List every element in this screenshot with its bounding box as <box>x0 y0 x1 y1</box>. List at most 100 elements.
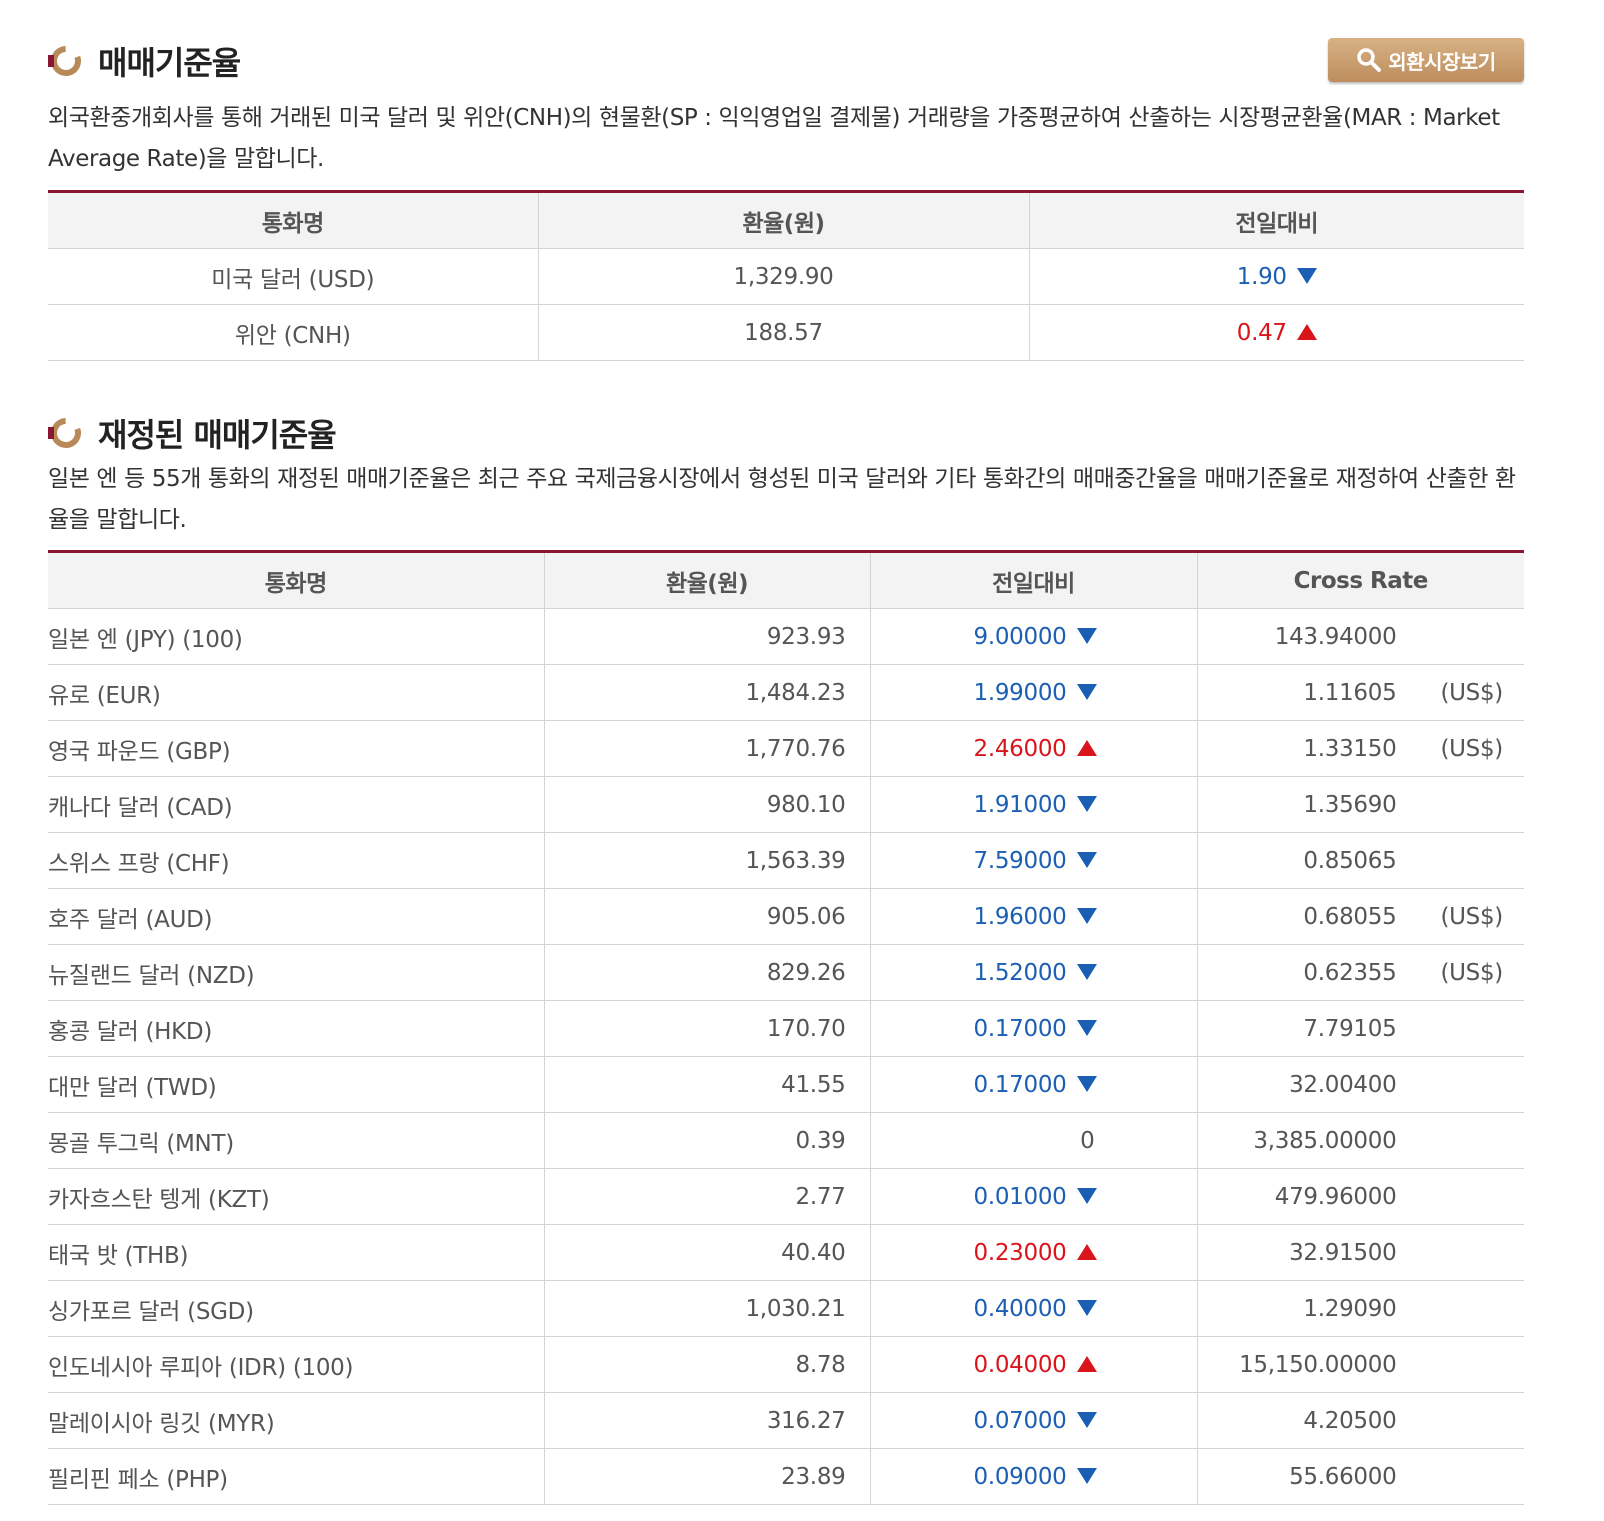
triangle-down-icon <box>1296 268 1317 284</box>
currency-name: 캐나다 달러 (CAD) <box>48 776 544 833</box>
cross-rate-value: 15,150.00000 <box>1239 1351 1397 1378</box>
rate-change: 1.91000 <box>869 776 1197 833</box>
cross-rate-cell: 1.29090 <box>1198 1296 1525 1322</box>
change-cell: 0.40000 <box>871 1296 1197 1322</box>
change-value: 0.47 <box>1236 319 1287 346</box>
triangle-down-icon <box>1076 1467 1097 1484</box>
table-header-row: 통화명 환율(원) 전일대비 <box>48 191 1524 249</box>
cross-rate-cell: 1.11605 (US$) <box>1198 680 1525 706</box>
cross-rate-unit: (US$) <box>1440 679 1503 706</box>
table-row: 필리핀 페소 (PHP) 23.89 0.09000 55.66000 <box>48 1448 1525 1505</box>
cross-rate-value: 1.11605 <box>1303 679 1397 706</box>
exchange-rate: 923.93 <box>543 608 870 665</box>
rate-change: 1.90 <box>1028 248 1524 305</box>
change-cell: 0.23000 <box>871 1240 1197 1266</box>
exchange-rate: 0.39 <box>543 1112 870 1169</box>
triangle-down-icon <box>1076 907 1097 924</box>
rate-change: 2.46000 <box>869 720 1197 777</box>
rate-change: 0.09000 <box>869 1448 1197 1505</box>
table-row: 인도네시아 루피아 (IDR) (100) 8.78 0.04000 15,150.0… <box>48 1336 1525 1393</box>
currency-name: 미국 달러 (USD) <box>48 248 538 305</box>
cross-rate-cell: 1.33150 (US$) <box>1198 736 1525 762</box>
currency-name: 싱가포르 달러 (SGD) <box>48 1280 544 1337</box>
cross-rate-value: 479.96000 <box>1274 1183 1397 1210</box>
exchange-rate: 40.40 <box>543 1224 870 1281</box>
cross-rate-value: 32.91500 <box>1289 1239 1397 1266</box>
exchange-rate: 1,329.90 <box>537 248 1029 305</box>
cross-rate: 3,385.00000 <box>1196 1112 1524 1169</box>
cross-rate-unit: (US$) <box>1440 903 1503 930</box>
exchange-rate: 41.55 <box>543 1056 870 1113</box>
rate-change: 0.07000 <box>869 1392 1197 1449</box>
triangle-down-icon <box>1076 1299 1097 1316</box>
currency-name: 대만 달러 (TWD) <box>48 1056 544 1113</box>
exchange-rate: 8.78 <box>543 1336 870 1393</box>
currency-name: 일본 엔 (JPY) (100) <box>48 608 544 665</box>
cross-rate-unit: (US$) <box>1440 735 1503 762</box>
table-header-row: 통화명 환율(원) 전일대비 Cross Rate <box>48 551 1524 609</box>
header-change: 전일대비 <box>869 551 1197 609</box>
rate-change: 1.96000 <box>869 888 1197 945</box>
triangle-down-icon <box>1076 1075 1097 1092</box>
rate-change: 0.17000 <box>869 1000 1197 1057</box>
exchange-rate: 1,563.39 <box>543 832 870 889</box>
rate-change: 0 <box>869 1112 1197 1169</box>
cross-rate-cell: 32.00400 <box>1198 1072 1525 1098</box>
exchange-rate: 1,030.21 <box>543 1280 870 1337</box>
section1-title-text: 매매기준율 <box>98 44 241 82</box>
change-value: 1.52000 <box>973 959 1067 986</box>
change-cell: 1.99000 <box>871 680 1197 706</box>
change-value: 0.40000 <box>973 1295 1067 1322</box>
triangle-down-icon <box>1076 1187 1097 1204</box>
rate-change: 0.23000 <box>869 1224 1197 1281</box>
change-cell: 0.17000 <box>871 1016 1197 1042</box>
cross-rate-cell: 32.91500 <box>1198 1240 1525 1266</box>
triangle-up-icon <box>1076 739 1097 756</box>
cross-rate-unit: (US$) <box>1440 959 1503 986</box>
cross-rate-value: 1.29090 <box>1303 1295 1397 1322</box>
table-row: 카자흐스탄 텡게 (KZT) 2.77 0.01000 479.96000 <box>48 1168 1524 1225</box>
exchange-rate: 170.70 <box>543 1000 870 1057</box>
currency-name: 태국 밧 (THB) <box>48 1224 544 1281</box>
cross-rate-value: 143.94000 <box>1274 623 1397 650</box>
exchange-rate-page: 매매기준율 외환시장보기 외국환중개회사를 통해 거래된 미국 달러 및 위안(… <box>0 0 1604 1521</box>
triangle-down-icon <box>1076 683 1097 700</box>
triangle-up-icon <box>1076 1243 1097 1260</box>
rate-change: 0.04000 <box>869 1336 1197 1393</box>
section1-description: 외국환중개회사를 통해 거래된 미국 달러 및 위안(CNH)의 현물환(SP … <box>48 105 1500 172</box>
cross-rate-value: 0.68055 <box>1303 903 1397 930</box>
cross-rate-table: 통화명 환율(원) 전일대비 Cross Rate 일본 엔 (JPY) (10… <box>48 550 1524 1505</box>
currency-name: 홍콩 달러 (HKD) <box>48 1000 544 1057</box>
table-row: 말레이시아 링깃 (MYR) 316.27 0.07000 4.20500 <box>48 1392 1524 1449</box>
fx-market-button[interactable]: 외환시장보기 <box>1328 38 1524 82</box>
cross-rate-value: 0.62355 <box>1303 959 1397 986</box>
cross-rate: 479.96000 <box>1196 1168 1524 1225</box>
exchange-rate: 316.27 <box>543 1392 870 1449</box>
currency-name: 호주 달러 (AUD) <box>48 888 544 945</box>
table-row: 캐나다 달러 (CAD) 980.10 1.91000 1.35690 <box>48 776 1524 833</box>
triangle-up-icon <box>1076 1355 1097 1372</box>
currency-name: 몽골 투그릭 (MNT) <box>48 1112 544 1169</box>
cross-rate: 55.66000 <box>1196 1448 1525 1505</box>
cross-rate: 1.29090 <box>1196 1280 1525 1337</box>
cross-rate-value: 3,385.00000 <box>1253 1127 1397 1154</box>
section2-title-text: 재정된 매매기준율 <box>98 416 337 454</box>
exchange-rate: 23.89 <box>543 1448 870 1505</box>
cross-rate-value: 1.35690 <box>1303 791 1397 818</box>
cross-rate-value: 55.66000 <box>1289 1463 1397 1490</box>
rate-change: 0.40000 <box>869 1280 1197 1337</box>
cross-rate: 7.79105 <box>1196 1000 1524 1057</box>
rate-change: 0.47 <box>1028 304 1524 361</box>
cross-rate: 32.00400 <box>1196 1056 1525 1113</box>
cross-rate: 1.11605 (US$) <box>1196 664 1525 721</box>
cross-rate-cell: 15,150.00000 <box>1198 1352 1525 1378</box>
table-row: 미국 달러 (USD) 1,329.90 1.90 <box>48 248 1524 305</box>
cross-rate-cell: 55.66000 <box>1198 1464 1525 1490</box>
base-rate-table: 통화명 환율(원) 전일대비 미국 달러 (USD) 1,329.90 1.90 위안… <box>48 190 1524 361</box>
change-cell: 1.96000 <box>871 904 1197 930</box>
section1-title: 매매기준율 <box>48 38 241 84</box>
triangle-up-icon <box>1296 324 1317 340</box>
change-cell: 9.00000 <box>871 624 1197 650</box>
cross-rate-cell: 143.94000 <box>1198 624 1525 650</box>
change-value: 0.04000 <box>973 1351 1067 1378</box>
